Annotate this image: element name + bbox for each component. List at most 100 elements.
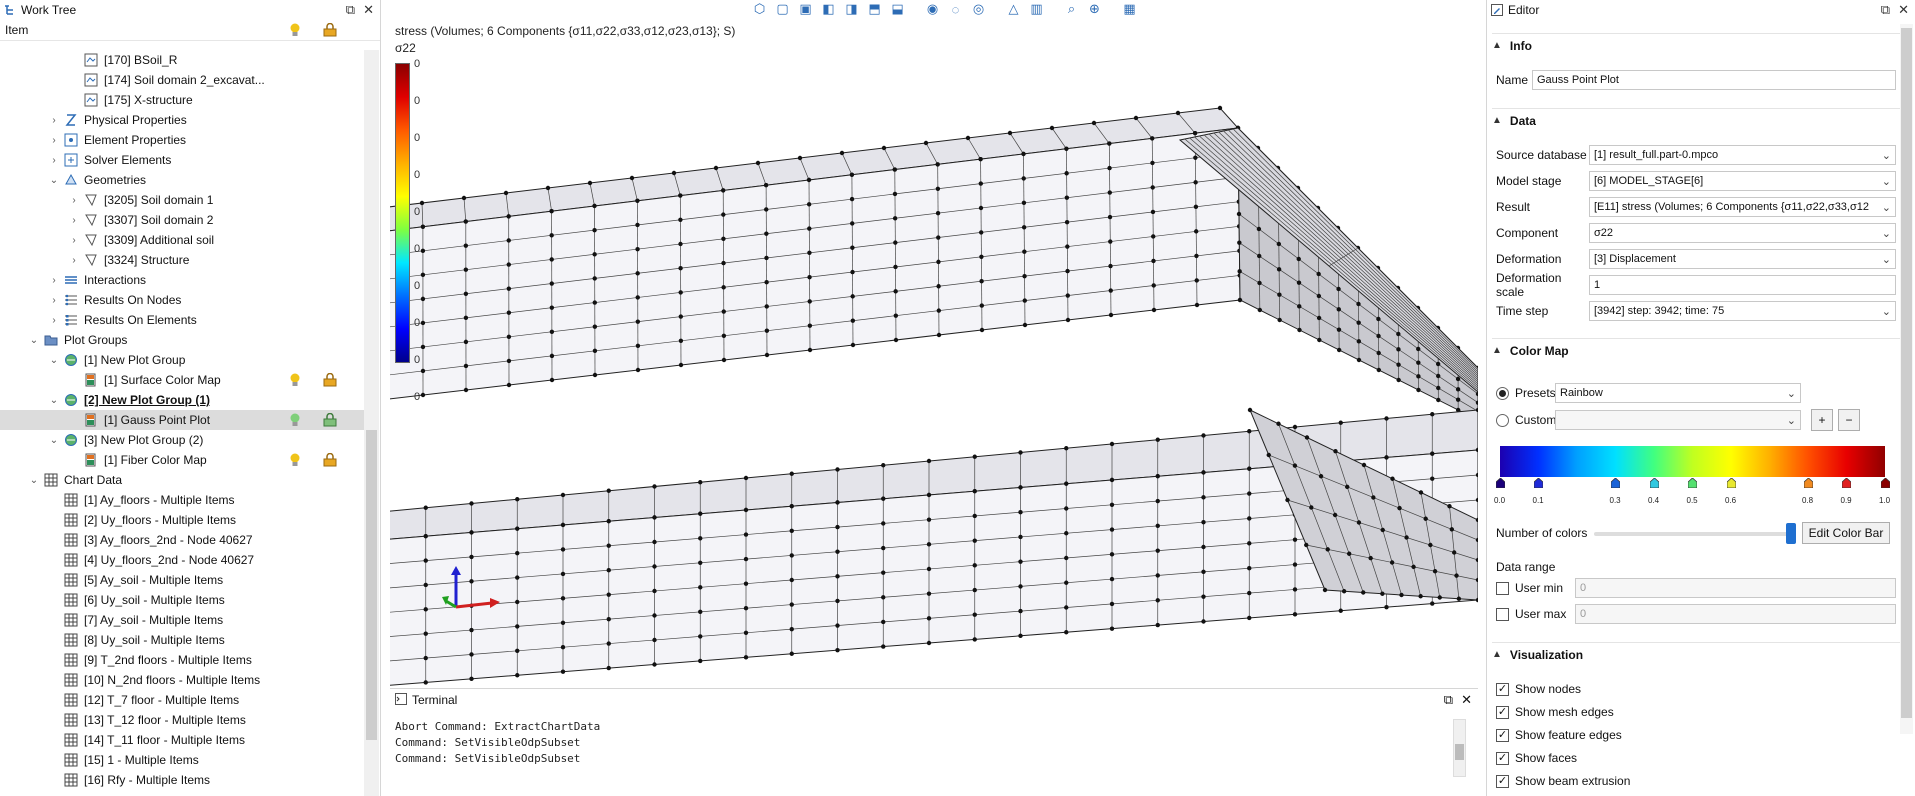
tree-item[interactable]: ⌄ Chart Data: [0, 470, 364, 490]
expand-arrow-icon[interactable]: ⌄: [48, 175, 60, 186]
3d-viewport[interactable]: ⬡ ▢ ▣ ◧ ◨ ⬒ ⬓ ◉ ◌ ◎ △ ▥ ⌕ ⊕ ▦ stress (Volumes; 6 Compo…: [390, 0, 1478, 686]
tree-item[interactable]: › Physical Properties: [0, 110, 364, 130]
tree-item[interactable]: ›[5] Ay_soil - Multiple Items: [0, 570, 364, 590]
visualization-option[interactable]: ✓ Show faces: [1496, 747, 1896, 769]
view-iso-icon[interactable]: ⬡: [750, 0, 769, 18]
tree-item[interactable]: ›[174] Soil domain 2_excavat...: [0, 70, 364, 90]
visibility-toggle-icon[interactable]: [289, 453, 301, 470]
checkbox[interactable]: ✓: [1496, 705, 1509, 719]
tree-item[interactable]: › [3309] Additional soil: [0, 230, 364, 250]
tree-item[interactable]: › Results On Elements: [0, 310, 364, 330]
edit-color-bar-button[interactable]: Edit Color Bar: [1802, 522, 1890, 544]
tree-item[interactable]: ›[1] Ay_floors - Multiple Items: [0, 490, 364, 510]
data-field-select[interactable]: [3] Displacement: [1589, 249, 1896, 269]
color-map-gradient[interactable]: [1500, 446, 1885, 477]
data-field-input[interactable]: 1: [1589, 275, 1896, 295]
user-max-field[interactable]: 0: [1575, 604, 1896, 624]
float-panel-icon[interactable]: ⧉: [1444, 692, 1453, 708]
tree-item[interactable]: › [3307] Soil domain 2: [0, 210, 364, 230]
data-field-select[interactable]: σ22: [1589, 223, 1896, 243]
terminal-output[interactable]: Abort Command: ExtractChartData Command: …: [395, 719, 1455, 767]
checkbox[interactable]: ✓: [1496, 751, 1509, 765]
collapse-arrow-icon[interactable]: ›: [48, 115, 60, 126]
tree-item[interactable]: ›[7] Ay_soil - Multiple Items: [0, 610, 364, 630]
tree-item[interactable]: ⌄ [3] New Plot Group (2): [0, 430, 364, 450]
tree-item[interactable]: ›[175] X-structure: [0, 90, 364, 110]
tree-item[interactable]: ›[170] BSoil_R: [0, 50, 364, 70]
color-stop-marker[interactable]: [1649, 478, 1659, 488]
color-map-section-header[interactable]: ▲ Color Map: [1492, 338, 1902, 362]
user-min-field[interactable]: 0: [1575, 578, 1896, 598]
collapse-arrow-icon[interactable]: ›: [68, 195, 80, 206]
float-panel-icon[interactable]: ⧉: [1881, 2, 1890, 18]
mesh-canvas[interactable]: [390, 0, 1478, 686]
name-field[interactable]: Gauss Point Plot: [1532, 70, 1896, 90]
data-field-select[interactable]: [3942] step: 3942; time: 75: [1589, 301, 1896, 321]
visualization-option[interactable]: ✓ Show feature edges: [1496, 724, 1896, 746]
tree-item[interactable]: ›[10] N_2nd floors - Multiple Items: [0, 670, 364, 690]
eye-hide-icon[interactable]: ◌: [946, 0, 965, 18]
tree-item[interactable]: ⌄ [1] New Plot Group: [0, 350, 364, 370]
color-stop-marker[interactable]: [1880, 478, 1890, 488]
add-icon[interactable]: +: [1811, 409, 1833, 431]
zoom-icon[interactable]: ⊕: [1085, 0, 1104, 18]
clip-icon[interactable]: ▥: [1027, 0, 1046, 18]
tree-item[interactable]: › Results On Nodes: [0, 290, 364, 310]
user-max-checkbox[interactable]: [1496, 607, 1509, 621]
view-back-icon[interactable]: ▣: [796, 0, 815, 18]
number-of-colors-slider-thumb[interactable]: [1786, 523, 1796, 544]
view-right-icon[interactable]: ◨: [842, 0, 861, 18]
close-icon[interactable]: ✕: [1898, 2, 1909, 18]
tree-item[interactable]: › Solver Elements: [0, 150, 364, 170]
tree-item[interactable]: ›[1] Gauss Point Plot: [0, 410, 364, 430]
tree-item[interactable]: › Element Properties: [0, 130, 364, 150]
eye-show-icon[interactable]: ◉: [923, 0, 942, 18]
expand-arrow-icon[interactable]: ⌄: [28, 335, 40, 346]
data-field-select[interactable]: [1] result_full.part-0.mpco: [1589, 145, 1896, 165]
expand-arrow-icon[interactable]: ⌄: [48, 355, 60, 366]
data-field-select[interactable]: [E11] stress (Volumes; 6 Components {σ11…: [1589, 197, 1896, 217]
tree-item[interactable]: › [3205] Soil domain 1: [0, 190, 364, 210]
collapse-arrow-icon[interactable]: ›: [48, 155, 60, 166]
data-section-header[interactable]: ▲ Data: [1492, 108, 1902, 132]
view-top-icon[interactable]: ⬒: [865, 0, 884, 18]
expand-arrow-icon[interactable]: ⌄: [48, 395, 60, 406]
data-field-select[interactable]: [6] MODEL_STAGE[6]: [1589, 171, 1896, 191]
tree-item[interactable]: ⌄ Geometries: [0, 170, 364, 190]
tree-item[interactable]: › Interactions: [0, 270, 364, 290]
presets-radio[interactable]: [1496, 386, 1509, 400]
close-icon[interactable]: ✕: [363, 2, 374, 18]
close-icon[interactable]: ✕: [1461, 692, 1472, 708]
expand-arrow-icon[interactable]: ⌄: [28, 475, 40, 486]
checkbox[interactable]: ✓: [1496, 728, 1509, 742]
collapse-arrow-icon[interactable]: ›: [48, 295, 60, 306]
tree-item[interactable]: ›[1] Fiber Color Map: [0, 450, 364, 470]
custom-select[interactable]: [1555, 410, 1801, 430]
collapse-arrow-icon[interactable]: ›: [48, 135, 60, 146]
expand-arrow-icon[interactable]: ⌄: [48, 435, 60, 446]
color-stop-marker[interactable]: [1726, 478, 1736, 488]
color-stop-marker[interactable]: [1842, 478, 1851, 488]
custom-radio[interactable]: [1496, 413, 1509, 427]
color-stop-marker[interactable]: [1495, 478, 1505, 488]
tree-item[interactable]: ›[13] T_12 floor - Multiple Items: [0, 710, 364, 730]
tree-item[interactable]: ›[3] Ay_floors_2nd - Node 40627: [0, 530, 364, 550]
color-stop-marker[interactable]: [1803, 478, 1813, 488]
collapse-arrow-icon[interactable]: ›: [48, 315, 60, 326]
presets-select[interactable]: Rainbow: [1555, 383, 1801, 403]
user-min-checkbox[interactable]: [1496, 581, 1509, 595]
lock-toggle-icon[interactable]: [323, 412, 337, 430]
visibility-toggle-icon[interactable]: [289, 373, 301, 390]
tree-item[interactable]: ›[4] Uy_floors_2nd - Node 40627: [0, 550, 364, 570]
visualization-option[interactable]: ✓ Show mesh edges: [1496, 701, 1896, 723]
checkbox[interactable]: ✓: [1496, 682, 1509, 696]
view-left-icon[interactable]: ◧: [819, 0, 838, 18]
view-front-icon[interactable]: ▢: [773, 0, 792, 18]
collapse-arrow-icon[interactable]: ›: [68, 255, 80, 266]
collapse-arrow-icon[interactable]: ›: [68, 215, 80, 226]
number-of-colors-slider-track[interactable]: [1594, 532, 1794, 536]
view-bottom-icon[interactable]: ⬓: [888, 0, 907, 18]
remove-icon[interactable]: −: [1838, 409, 1860, 431]
tree-item[interactable]: ›[1] Surface Color Map: [0, 370, 364, 390]
visualization-option[interactable]: ✓ Show nodes: [1496, 678, 1896, 700]
